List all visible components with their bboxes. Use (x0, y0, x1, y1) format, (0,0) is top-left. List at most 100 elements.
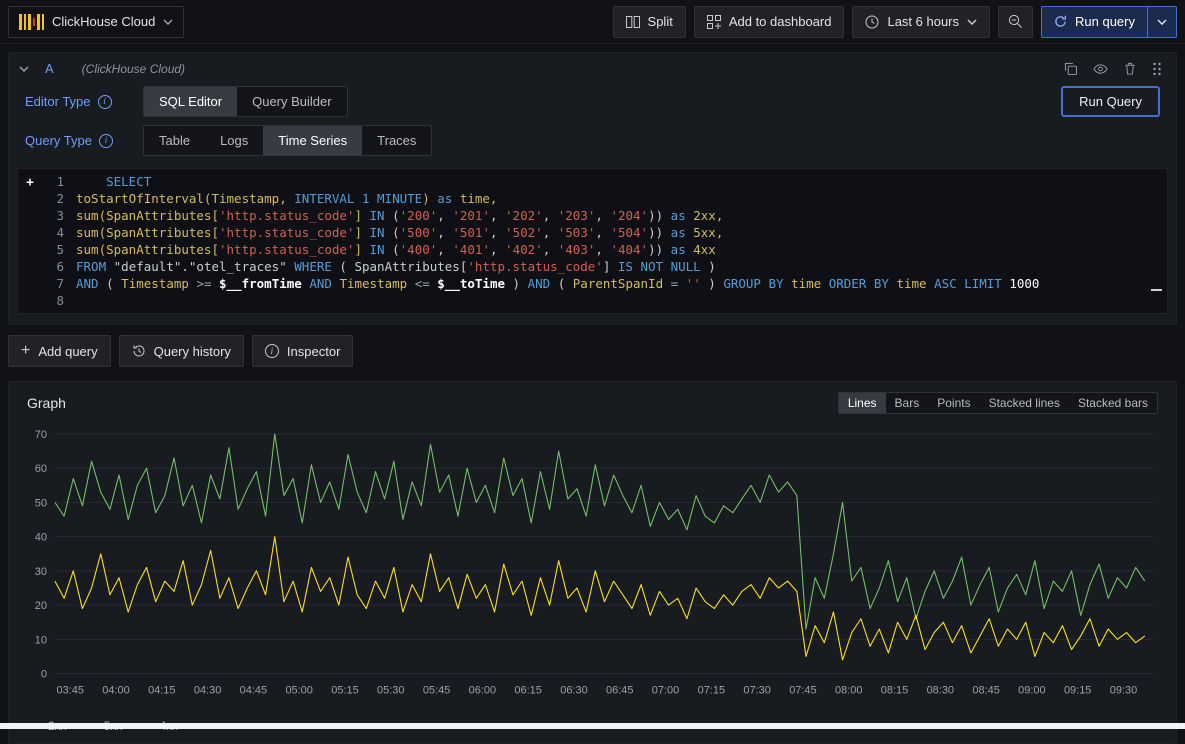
split-icon (626, 16, 640, 28)
svg-text:08:30: 08:30 (927, 685, 954, 697)
svg-text:40: 40 (35, 532, 47, 544)
graph-style-stacked-lines[interactable]: Stacked lines (980, 393, 1069, 413)
duplicate-query-icon[interactable] (1064, 62, 1077, 75)
chevron-down-icon (967, 19, 977, 25)
run-query-label: Run query (1075, 14, 1135, 29)
graph-style-bars[interactable]: Bars (886, 393, 929, 413)
split-button[interactable]: Split (613, 6, 686, 38)
query-type-row: Query Type i Table Logs Time Series Trac… (9, 121, 1176, 160)
refresh-icon (1054, 15, 1067, 28)
time-range-label: Last 6 hours (887, 14, 959, 29)
sql-code-lines: +1 SELECT2toStartOfInterval(Timestamp, I… (18, 173, 1167, 309)
svg-text:04:00: 04:00 (102, 685, 129, 697)
time-range-picker[interactable]: Last 6 hours (852, 6, 990, 38)
svg-text:05:30: 05:30 (377, 685, 404, 697)
graph-style-points[interactable]: Points (928, 393, 979, 413)
svg-text:09:00: 09:00 (1018, 685, 1045, 697)
svg-text:06:45: 06:45 (606, 685, 633, 697)
inspector-button[interactable]: i Inspector (252, 335, 353, 367)
graph-style-toggle: Lines Bars Points Stacked lines Stacked … (838, 392, 1158, 414)
toggle-visibility-eye-icon[interactable] (1093, 63, 1108, 75)
query-datasource-hint: (ClickHouse Cloud) (82, 62, 185, 76)
svg-text:07:15: 07:15 (698, 685, 725, 697)
chevron-down-icon (163, 19, 173, 25)
svg-text:10: 10 (35, 634, 47, 646)
svg-text:05:00: 05:00 (285, 685, 312, 697)
svg-text:03:45: 03:45 (56, 685, 83, 697)
explore-actions-row: + Add query Query history i Inspector (8, 335, 1177, 367)
query-type-option-traces[interactable]: Traces (362, 126, 431, 155)
query-row-actions (1064, 62, 1166, 76)
query-ref-id: A (45, 61, 54, 76)
query-row-header: A (ClickHouse Cloud) (9, 53, 1176, 82)
window-bottom-edge (0, 723, 1185, 729)
sql-editor[interactable]: +1 SELECT2toStartOfInterval(Timestamp, I… (17, 168, 1168, 314)
zoom-out-icon (1008, 14, 1023, 29)
svg-text:09:15: 09:15 (1064, 685, 1091, 697)
svg-text:07:30: 07:30 (743, 685, 770, 697)
run-query-panel-button[interactable]: Run Query (1061, 86, 1160, 117)
run-query-split-button: Run query (1041, 6, 1177, 38)
graph-panel-title: Graph (27, 395, 66, 411)
svg-text:08:15: 08:15 (881, 685, 908, 697)
delete-query-trash-icon[interactable] (1124, 62, 1136, 75)
svg-text:06:00: 06:00 (469, 685, 496, 697)
svg-text:60: 60 (35, 463, 47, 475)
zoom-out-button[interactable] (998, 6, 1033, 38)
editor-type-option-query-builder[interactable]: Query Builder (237, 87, 346, 116)
info-icon: i (265, 344, 279, 358)
svg-text:06:15: 06:15 (514, 685, 541, 697)
graph-style-stacked-bars[interactable]: Stacked bars (1069, 393, 1157, 413)
graph-panel-header: Graph Lines Bars Points Stacked lines St… (19, 390, 1166, 422)
add-query-label: Add query (38, 344, 97, 359)
editor-type-label: Editor Type i (25, 94, 143, 109)
editor-type-toggle: SQL Editor Query Builder (143, 86, 348, 117)
query-editor-panel: A (ClickHouse Cloud) Editor Type i SQL E… (8, 52, 1177, 325)
collapse-chevron-icon[interactable] (19, 66, 29, 72)
datasource-picker[interactable]: ClickHouse Cloud (8, 6, 184, 38)
svg-text:09:30: 09:30 (1110, 685, 1137, 697)
add-to-dashboard-button[interactable]: Add to dashboard (694, 6, 845, 38)
query-history-button[interactable]: Query history (119, 335, 244, 367)
datasource-name: ClickHouse Cloud (52, 14, 155, 29)
query-type-label-text: Query Type (25, 133, 92, 148)
svg-text:07:00: 07:00 (652, 685, 679, 697)
editor-resize-handle[interactable] (1151, 289, 1162, 291)
split-label: Split (648, 14, 673, 29)
add-query-button[interactable]: + Add query (8, 335, 111, 367)
editor-type-option-sql-editor[interactable]: SQL Editor (144, 87, 237, 116)
query-type-label: Query Type i (25, 133, 143, 148)
svg-text:04:45: 04:45 (240, 685, 267, 697)
drag-handle-icon[interactable] (1152, 62, 1162, 76)
editor-type-row: Editor Type i SQL Editor Query Builder R… (9, 82, 1176, 121)
graph-style-lines[interactable]: Lines (839, 393, 886, 413)
time-series-chart[interactable]: 01020304050607003:4504:0004:1504:3004:45… (19, 422, 1166, 717)
svg-text:70: 70 (35, 429, 47, 441)
svg-text:05:15: 05:15 (331, 685, 358, 697)
inspector-label: Inspector (287, 344, 340, 359)
run-query-dropdown-button[interactable] (1147, 7, 1176, 37)
info-icon[interactable]: i (99, 134, 113, 148)
svg-text:08:00: 08:00 (835, 685, 862, 697)
svg-text:0: 0 (41, 669, 47, 681)
svg-text:07:45: 07:45 (789, 685, 816, 697)
svg-text:20: 20 (35, 600, 47, 612)
run-query-button[interactable]: Run query (1042, 7, 1147, 37)
add-to-dashboard-label: Add to dashboard (729, 14, 832, 29)
svg-text:05:45: 05:45 (423, 685, 450, 697)
toolbar-actions: Split Add to dashboard Last 6 hours (613, 6, 1177, 38)
info-icon[interactable]: i (98, 95, 112, 109)
clock-icon (865, 15, 879, 29)
clickhouse-logo-icon (19, 13, 44, 31)
query-type-option-time-series[interactable]: Time Series (263, 126, 362, 155)
svg-text:30: 30 (35, 566, 47, 578)
query-type-option-table[interactable]: Table (144, 126, 205, 155)
svg-text:50: 50 (35, 497, 47, 509)
explore-toolbar: ClickHouse Cloud Split Add to dashboard … (0, 0, 1185, 44)
svg-text:06:30: 06:30 (560, 685, 587, 697)
plus-icon: + (21, 343, 30, 359)
graph-panel: Graph Lines Bars Points Stacked lines St… (8, 381, 1177, 744)
editor-type-label-text: Editor Type (25, 94, 91, 109)
query-type-option-logs[interactable]: Logs (205, 126, 263, 155)
svg-text:08:45: 08:45 (972, 685, 999, 697)
